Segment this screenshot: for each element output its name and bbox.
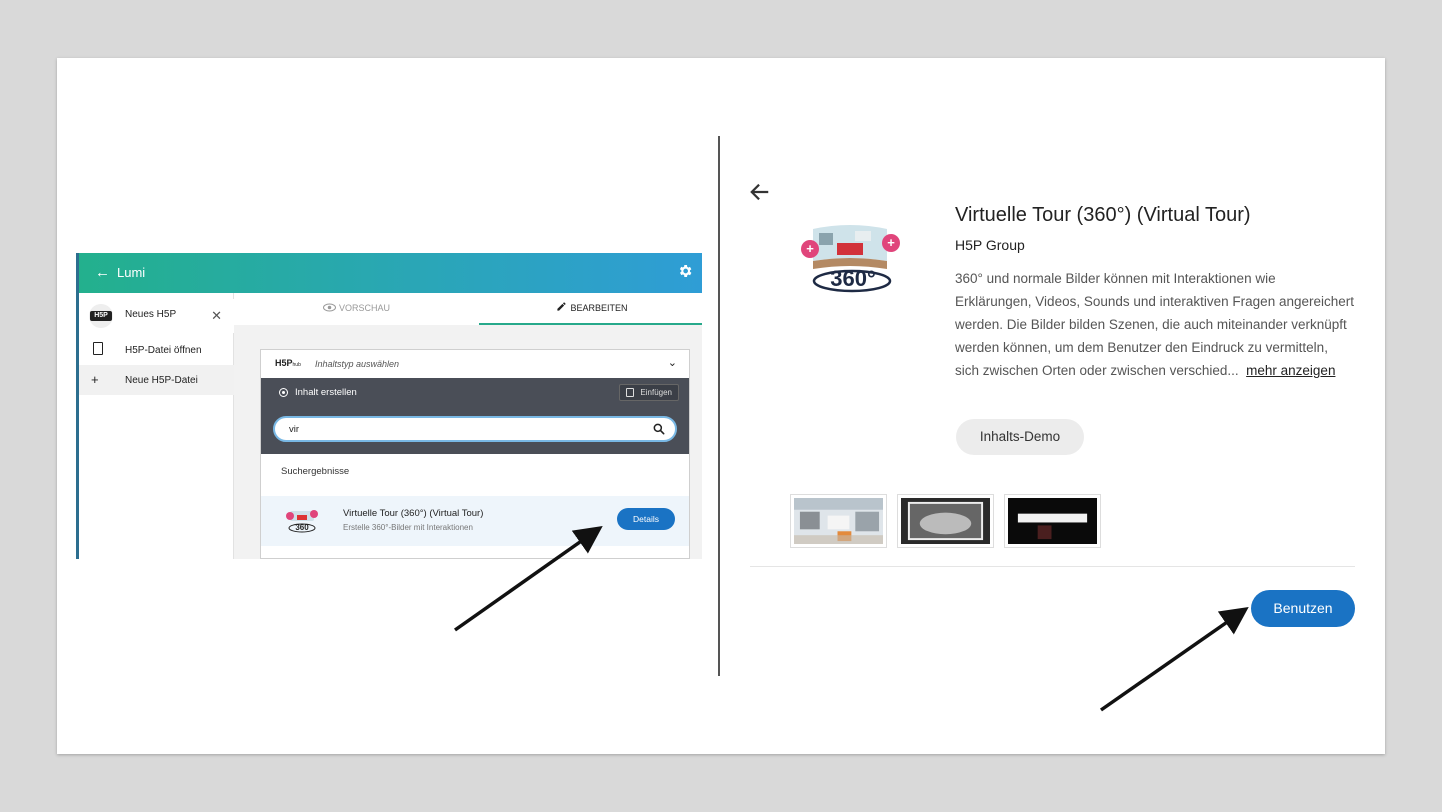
sidebar-item-label: Neues H5P xyxy=(125,309,177,320)
document-icon xyxy=(93,342,103,355)
screenshot-thumbnail-3[interactable] xyxy=(1004,494,1101,548)
app-title: Lumi xyxy=(117,265,146,280)
sidebar-item-label: Neue H5P-Datei xyxy=(125,375,198,386)
svg-text:+: + xyxy=(806,241,814,256)
show-more-link[interactable]: mehr anzeigen xyxy=(1246,363,1335,378)
details-button[interactable]: Details xyxy=(617,508,675,530)
h5p-logo: H5P xyxy=(89,304,113,328)
description-text: 360° und normale Bilder können mit Inter… xyxy=(955,271,1355,378)
result-subtitle: Erstelle 360°-Bilder mit Interaktionen xyxy=(343,523,473,532)
sidebar-item-label: H5P-Datei öffnen xyxy=(125,345,202,356)
content-type-label: Inhaltstyp auswählen xyxy=(315,359,400,369)
tab-edit-label: BEARBEITEN xyxy=(570,303,628,313)
search-result-item[interactable]: 360 Virtuelle Tour (360°) (Virtual Tour)… xyxy=(261,496,689,546)
eye-icon xyxy=(322,303,336,312)
chevron-down-icon[interactable]: ⌄ xyxy=(668,356,677,369)
create-content-bar: Inhalt erstellen Einfügen vir xyxy=(261,378,689,454)
plus-icon: + xyxy=(91,372,99,387)
lumi-app-screenshot: ← Lumi H5P Neues H5P ✕ H5P-Datei öffnen … xyxy=(76,253,702,559)
h5p-editor: H5Phub Inhaltstyp auswählen ⌄ Inhalt ers… xyxy=(260,349,690,559)
sidebar-item-new-file[interactable]: + Neue H5P-Datei xyxy=(79,365,234,395)
lumi-header: ← Lumi xyxy=(79,253,702,293)
search-input[interactable]: vir xyxy=(273,416,677,442)
insert-button[interactable]: Einfügen xyxy=(619,384,679,401)
create-content-label: Inhalt erstellen xyxy=(295,387,357,398)
close-icon[interactable]: ✕ xyxy=(211,308,222,324)
arrow-left-icon[interactable]: ← xyxy=(95,264,110,281)
tab-edit[interactable]: BEARBEITEN xyxy=(479,293,702,325)
tab-preview-label: VORSCHAU xyxy=(338,303,390,313)
divider xyxy=(718,136,720,676)
vr360-icon: + + 360° xyxy=(801,225,900,293)
insert-button-label: Einfügen xyxy=(640,388,672,397)
screenshot-thumbnail-1[interactable] xyxy=(790,494,887,548)
lumi-sidebar: H5P Neues H5P ✕ H5P-Datei öffnen + Neue … xyxy=(79,293,234,559)
content-demo-button[interactable]: Inhalts-Demo xyxy=(956,419,1084,455)
screenshot-thumbnail-2[interactable] xyxy=(897,494,994,548)
content-type-selector[interactable]: H5Phub Inhaltstyp auswählen ⌄ xyxy=(261,350,689,378)
radio-icon[interactable] xyxy=(279,388,288,397)
tab-bar: VORSCHAU BEARBEITEN xyxy=(234,293,702,325)
result-title: Virtuelle Tour (360°) (Virtual Tour) xyxy=(343,508,484,519)
h5p-hub-logo: H5Phub xyxy=(275,358,301,368)
separator xyxy=(750,566,1355,567)
vr360-icon-label: 360° xyxy=(830,266,876,291)
gear-icon[interactable] xyxy=(677,263,693,279)
slide: ← Lumi H5P Neues H5P ✕ H5P-Datei öffnen … xyxy=(57,58,1385,754)
search-icon[interactable] xyxy=(652,422,666,436)
vr360-icon: 360 xyxy=(286,510,318,533)
content-type-author: H5P Group xyxy=(955,237,1025,253)
annotation-arrow-use xyxy=(1099,606,1249,712)
search-value: vir xyxy=(289,424,300,435)
sidebar-item-neues-h5p[interactable]: H5P Neues H5P ✕ xyxy=(79,299,234,333)
svg-text:+: + xyxy=(887,235,895,250)
lumi-main: VORSCHAU BEARBEITEN H5Phub Inhaltstyp au… xyxy=(234,293,702,559)
content-type-title: Virtuelle Tour (360°) (Virtual Tour) xyxy=(955,204,1251,226)
arrow-left-icon[interactable] xyxy=(749,181,771,203)
clipboard-icon xyxy=(626,388,635,397)
content-type-description: 360° und normale Bilder können mit Inter… xyxy=(955,267,1355,382)
tab-preview[interactable]: VORSCHAU xyxy=(234,293,479,325)
results-heading: Suchergebnisse xyxy=(281,466,350,477)
sidebar-item-open-file[interactable]: H5P-Datei öffnen xyxy=(79,335,234,365)
pencil-icon xyxy=(557,302,567,311)
use-button[interactable]: Benutzen xyxy=(1251,590,1355,627)
